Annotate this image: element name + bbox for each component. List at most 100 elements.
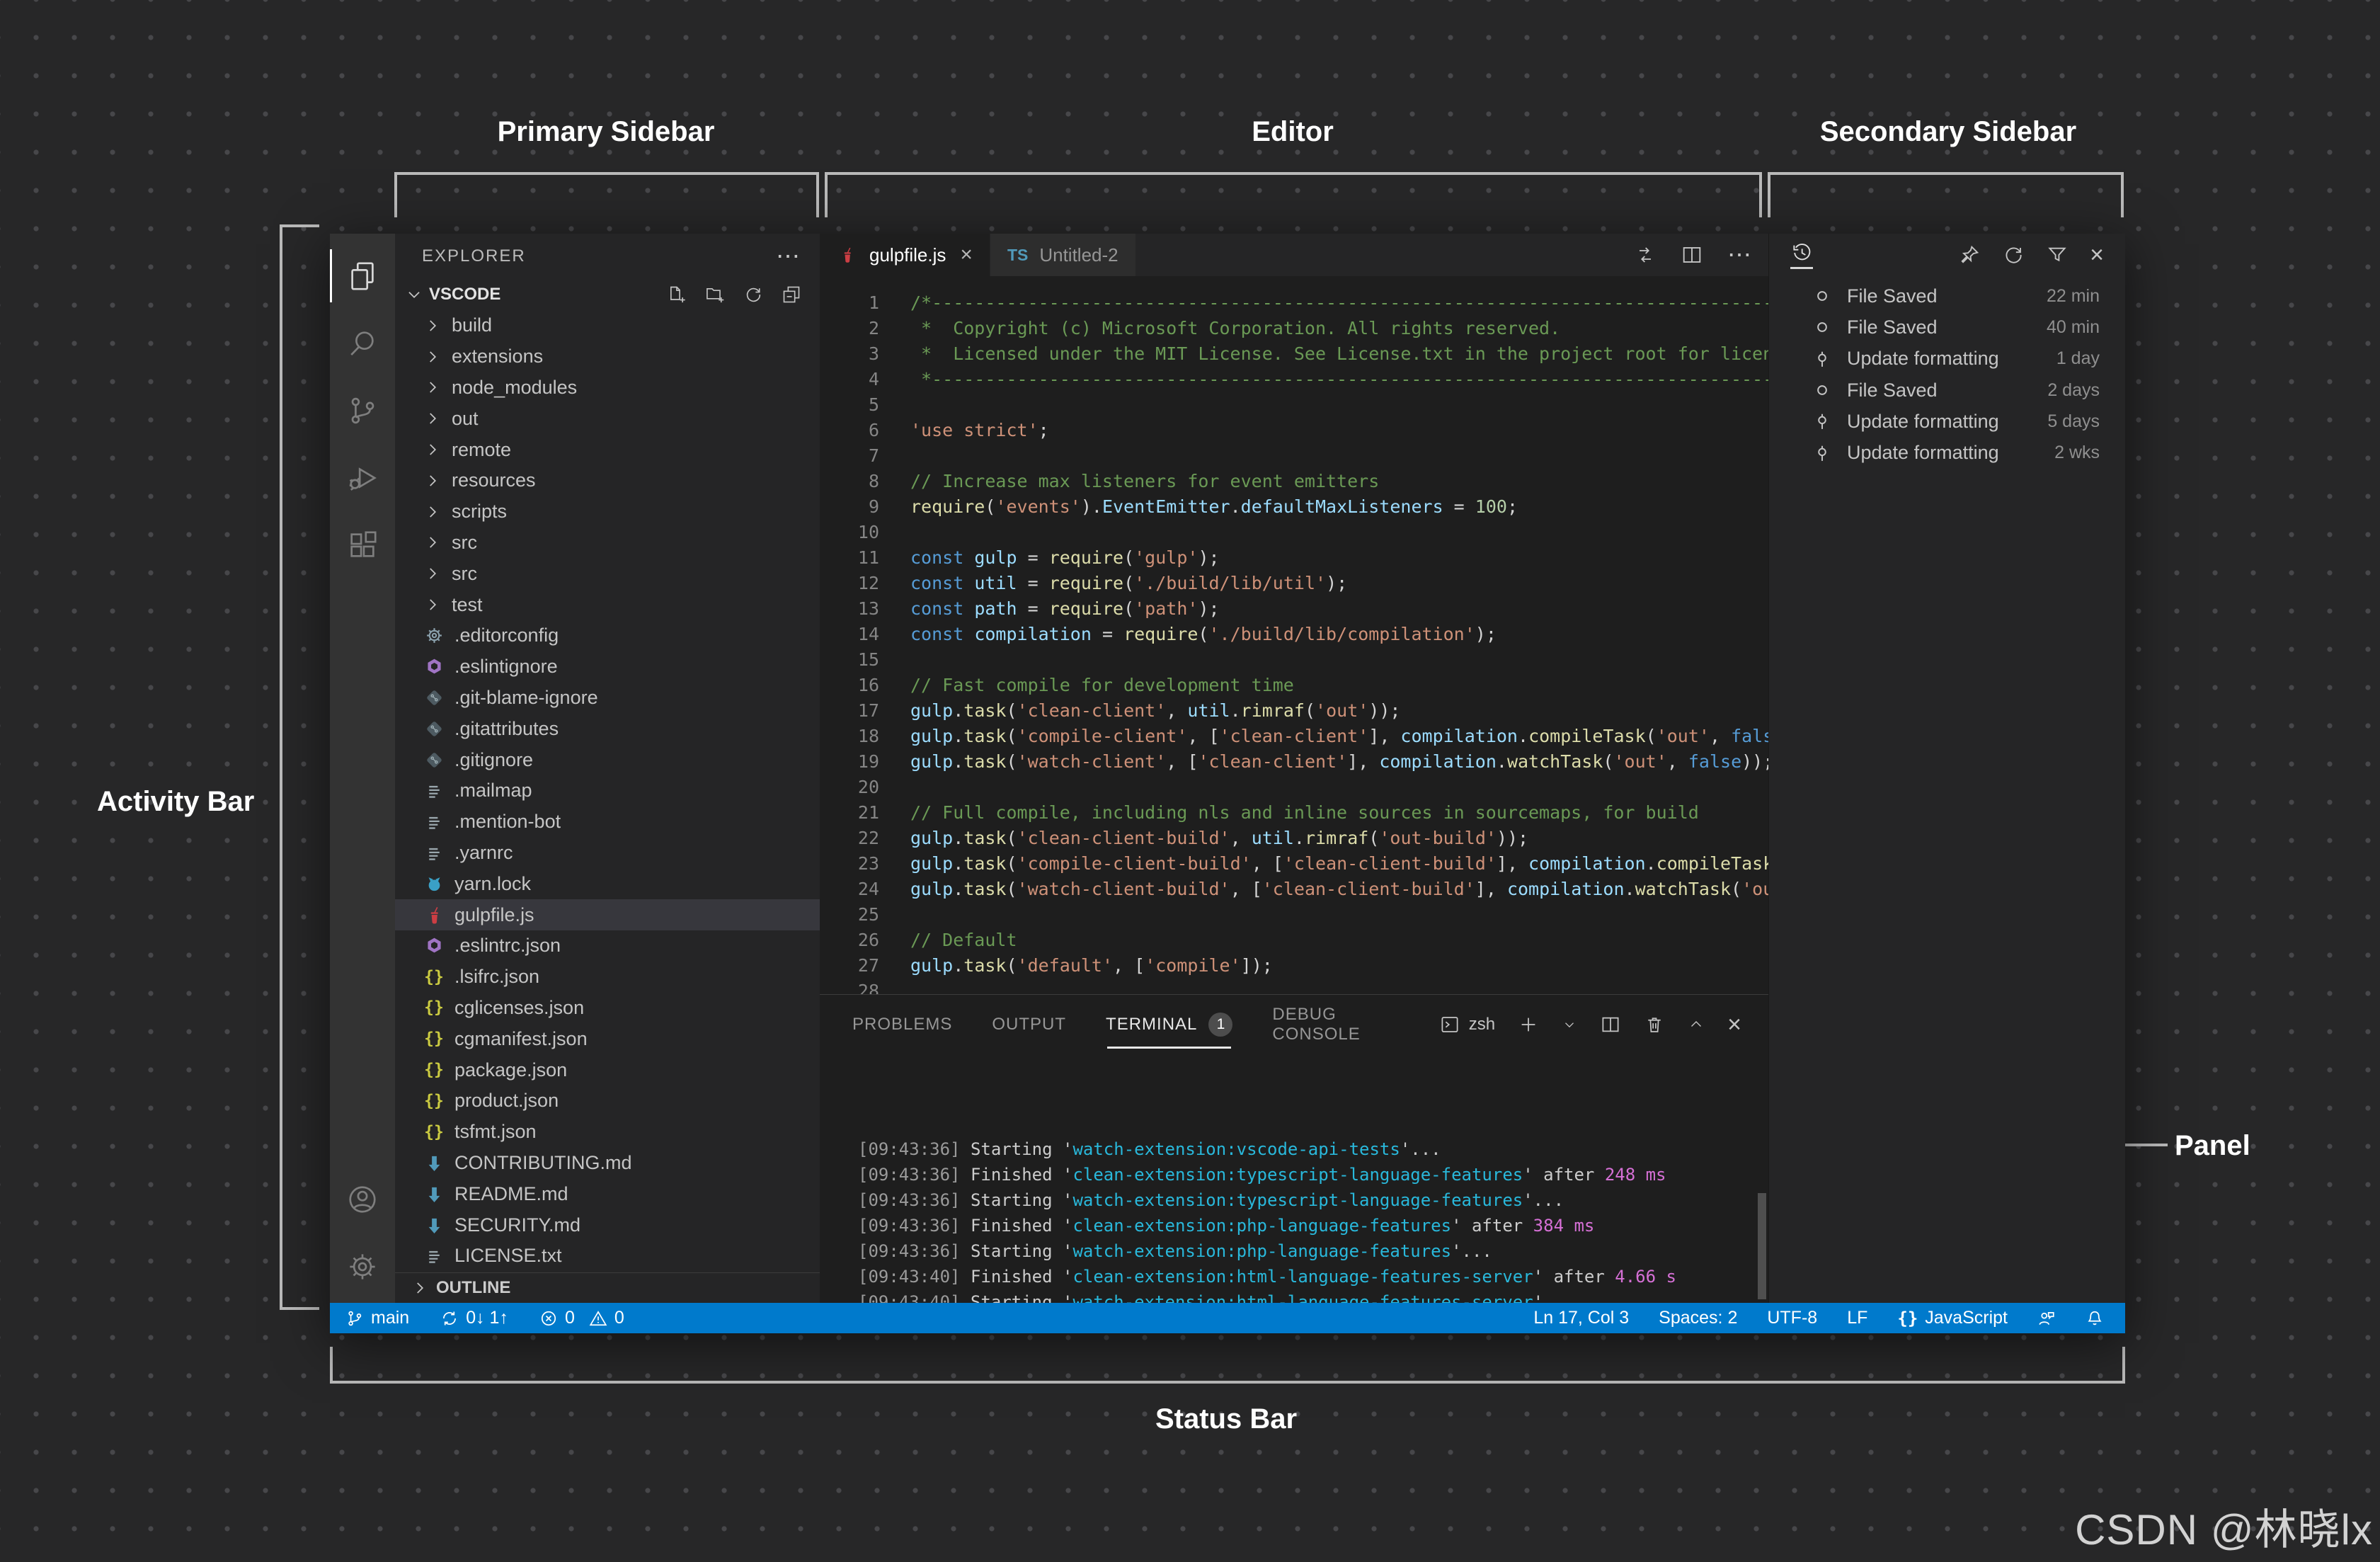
extensions-icon[interactable] xyxy=(330,511,395,578)
folder-extensions[interactable]: extensions xyxy=(395,341,820,372)
refresh-icon[interactable] xyxy=(743,285,763,304)
new-terminal-icon[interactable] xyxy=(1518,1014,1539,1035)
notifications[interactable] xyxy=(2086,1309,2104,1328)
section-vscode[interactable]: VSCODE xyxy=(395,279,820,310)
file-product.json[interactable]: {} product.json xyxy=(395,1085,820,1117)
item-label: .eslintrc.json xyxy=(454,935,561,957)
source-control-icon[interactable] xyxy=(330,377,395,444)
item-label: build xyxy=(452,314,493,336)
explorer-icon[interactable] xyxy=(330,242,395,309)
search-icon[interactable] xyxy=(330,309,395,377)
close-icon[interactable]: × xyxy=(2090,243,2104,267)
file-gulpfile.js[interactable]: gulpfile.js xyxy=(395,899,820,930)
item-label: .gitignore xyxy=(454,748,534,770)
encoding[interactable]: UTF-8 xyxy=(1767,1308,1817,1328)
file-yarn.lock[interactable]: yarn.lock xyxy=(395,868,820,899)
panel-tab-problems[interactable]: PROBLEMS xyxy=(852,995,952,1054)
timeline-item[interactable]: File Saved 2 days xyxy=(1769,375,2125,406)
file-CONTRIBUTING.md[interactable]: CONTRIBUTING.md xyxy=(395,1148,820,1179)
file-.mention-bot[interactable]: .mention-bot xyxy=(395,806,820,838)
file-.gitattributes[interactable]: .gitattributes xyxy=(395,713,820,744)
file-.eslintignore[interactable]: .eslintignore xyxy=(395,651,820,683)
tab-untitled-2[interactable]: TS Untitled-2 xyxy=(990,234,1135,276)
item-label: cgmanifest.json xyxy=(454,1027,588,1049)
folder-scripts[interactable]: scripts xyxy=(395,496,820,528)
file-LICENSE.txt[interactable]: LICENSE.txt xyxy=(395,1241,820,1272)
terminal[interactable]: [09:43:36] Starting 'watch-extension:vsc… xyxy=(820,1054,1768,1303)
file-cgmanifest.json[interactable]: {} cgmanifest.json xyxy=(395,1023,820,1054)
file-.mailmap[interactable]: .mailmap xyxy=(395,775,820,806)
timeline-item[interactable]: File Saved 22 min xyxy=(1769,280,2125,312)
code-editor[interactable]: 1 /*-------------------------------------… xyxy=(820,276,1768,994)
section-outline[interactable]: OUTLINE xyxy=(395,1272,820,1303)
folder-src[interactable]: src xyxy=(395,528,820,559)
eslint-icon xyxy=(423,935,445,956)
problems-status[interactable]: 0 0 xyxy=(539,1308,624,1328)
collapse-all-icon[interactable] xyxy=(782,285,801,304)
settings-gear-icon[interactable] xyxy=(330,1233,395,1300)
new-folder-icon[interactable] xyxy=(705,285,725,304)
file-.gitignore[interactable]: .gitignore xyxy=(395,744,820,775)
item-label: product.json xyxy=(454,1090,559,1112)
lines-icon xyxy=(423,843,445,863)
timeline-item[interactable]: Update formatting 1 day xyxy=(1769,343,2125,375)
file-.lsifrc.json[interactable]: {} .lsifrc.json xyxy=(395,962,820,993)
terminal-scrollbar[interactable] xyxy=(1758,1193,1766,1299)
folder-out[interactable]: out xyxy=(395,403,820,434)
open-changes-icon[interactable] xyxy=(1634,244,1657,266)
history-icon[interactable] xyxy=(1790,241,1813,269)
file-cglicenses.json[interactable]: {} cglicenses.json xyxy=(395,993,820,1024)
file-README.md[interactable]: README.md xyxy=(395,1178,820,1209)
pin-icon[interactable] xyxy=(1958,244,1981,266)
item-label: .git-blame-ignore xyxy=(454,686,598,708)
file-.yarnrc[interactable]: .yarnrc xyxy=(395,838,820,869)
timeline-item[interactable]: Update formatting 5 days xyxy=(1769,406,2125,437)
file-.eslintrc.json[interactable]: .eslintrc.json xyxy=(395,930,820,962)
folder-test[interactable]: test xyxy=(395,589,820,620)
panel-tab-debug-console[interactable]: DEBUG CONSOLE xyxy=(1272,995,1399,1054)
indentation[interactable]: Spaces: 2 xyxy=(1659,1308,1737,1328)
chevron-down-icon[interactable] xyxy=(1562,1014,1577,1035)
account-icon[interactable] xyxy=(330,1165,395,1233)
code-text: gulp.task('default', ['compile']); xyxy=(910,955,1273,976)
kill-terminal-icon[interactable] xyxy=(1644,1014,1665,1035)
file-SECURITY.md[interactable]: SECURITY.md xyxy=(395,1209,820,1241)
folder-remote[interactable]: remote xyxy=(395,434,820,465)
panel-tab-terminal[interactable]: TERMINAL 1 xyxy=(1106,995,1233,1054)
feedback[interactable] xyxy=(2037,1309,2056,1328)
folder-resources[interactable]: resources xyxy=(395,465,820,496)
sync-status[interactable]: 0↓ 1↑ xyxy=(440,1308,508,1328)
cursor-position[interactable]: Ln 17, Col 3 xyxy=(1533,1308,1629,1328)
eol[interactable]: LF xyxy=(1847,1308,1867,1328)
more-actions-icon[interactable]: ⋯ xyxy=(1727,241,1751,269)
tab-gulpfile[interactable]: gulpfile.js × xyxy=(820,234,990,276)
explorer-more-icon[interactable]: ⋯ xyxy=(776,242,800,270)
file-tsfmt.json[interactable]: {} tsfmt.json xyxy=(395,1117,820,1148)
shell-picker[interactable]: zsh xyxy=(1439,1014,1495,1035)
chevron-down-icon xyxy=(405,285,423,304)
file-.editorconfig[interactable]: .editorconfig xyxy=(395,620,820,651)
run-debug-icon[interactable] xyxy=(330,444,395,511)
file-.git-blame-ignore[interactable]: .git-blame-ignore xyxy=(395,683,820,714)
close-tab-icon[interactable]: × xyxy=(960,243,973,267)
maximize-panel-icon[interactable] xyxy=(1688,1014,1705,1035)
filter-icon[interactable] xyxy=(2046,244,2069,266)
editor-tabs: gulpfile.js × TS Untitled-2 ⋯ xyxy=(820,234,1768,276)
new-file-icon[interactable] xyxy=(667,285,687,304)
folder-build[interactable]: build xyxy=(395,310,820,341)
timeline-item[interactable]: File Saved 40 min xyxy=(1769,312,2125,343)
refresh-icon[interactable] xyxy=(2002,244,2025,266)
file-package.json[interactable]: {} package.json xyxy=(395,1054,820,1085)
panel-tab-output[interactable]: OUTPUT xyxy=(992,995,1066,1054)
split-terminal-icon[interactable] xyxy=(1600,1014,1621,1035)
code-text: *---------------------------------------… xyxy=(921,369,1768,389)
timeline-item[interactable]: Update formatting 2 wks xyxy=(1769,437,2125,468)
branch-status[interactable]: main xyxy=(345,1308,409,1328)
split-editor-icon[interactable] xyxy=(1681,244,1703,266)
folder-src[interactable]: src xyxy=(395,558,820,589)
braces-icon: {} xyxy=(424,1122,444,1141)
language-mode[interactable]: {} JavaScript xyxy=(1897,1308,2008,1328)
close-panel-icon[interactable]: × xyxy=(1727,1013,1741,1037)
item-label: gulpfile.js xyxy=(454,903,534,925)
folder-node_modules[interactable]: node_modules xyxy=(395,372,820,404)
